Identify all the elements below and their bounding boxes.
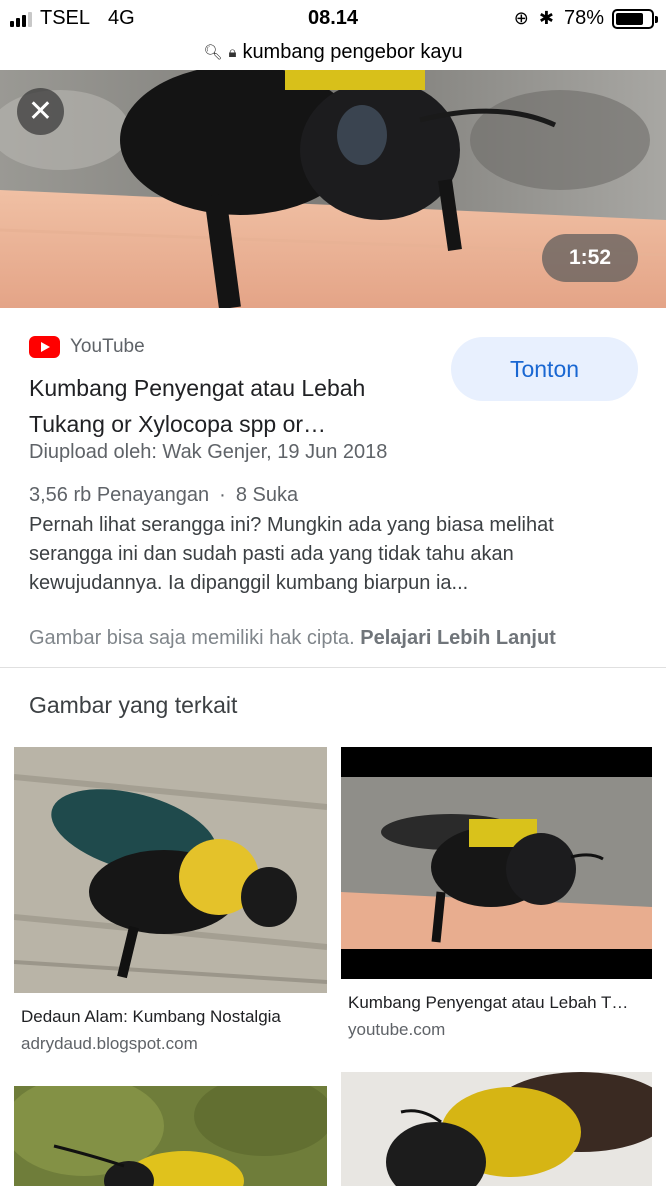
related-heading: Gambar yang terkait [29,692,238,718]
close-icon[interactable]: ✕ [17,88,64,135]
source-row[interactable]: YouTube [29,336,145,358]
bee-on-wood-thumbnail [14,747,327,993]
result-info-panel: YouTube Tonton Kumbang Penyengat atau Le… [0,308,666,668]
related-image-1[interactable] [14,747,327,993]
related-image-4[interactable] [341,1072,652,1186]
status-bar: TSEL 4G 08.14 ⊕ ✱ 78% [0,0,666,36]
status-right: ⊕ ✱ 78% [513,7,658,30]
related-site-2: youtube.com [348,1020,446,1039]
related-title-1[interactable]: Dedaun Alam: Kumbang Nostalgia [21,1007,321,1027]
view-count: 3,56 rb Penayangan [29,484,210,506]
uploader-info: Diupload oleh: Wak Genjer, 19 Jun 2018 [29,441,388,463]
url-text: kumbang pengebor kayu [242,40,463,63]
battery-percent: 78% [563,7,604,29]
result-title[interactable]: Kumbang Penyengat atau Lebah Tukang or X… [29,370,429,442]
result-description: Pernah lihat serangga ini? Mungkin ada y… [29,514,554,594]
bluetooth-icon: ✱ [538,8,554,28]
copyright-notice: Gambar bisa saja memiliki hak cipta. Pel… [29,627,556,650]
url-bar[interactable]: 🔍︎ 🔒︎ kumbang pengebor kayu [0,34,666,70]
like-count: 8 Suka [235,484,299,506]
search-icon: 🔍︎ [203,44,223,61]
bee-on-leaves-thumbnail [14,1086,327,1186]
related-image-3[interactable] [14,1086,327,1186]
rotation-lock-icon: ⊕ [513,8,529,28]
battery-icon [612,8,658,29]
bee-video-thumbnail [341,747,652,979]
copyright-text: Gambar bisa saja memiliki hak cipta. [29,627,355,649]
related-title-2[interactable]: Kumbang Penyengat atau Lebah T… [348,993,644,1013]
related-image-2[interactable] [341,747,652,979]
video-stats: 3,56 rb Penayangan · 8 Suka [29,484,298,507]
youtube-icon [29,336,60,358]
bee-closeup-thumbnail [341,1072,652,1186]
lock-icon: 🔒︎ [228,43,237,61]
stats-separator: · [219,484,226,506]
section-divider [0,667,666,668]
related-site-1: adrydaud.blogspot.com [21,1034,198,1053]
watch-button[interactable]: Tonton [451,337,638,401]
video-duration-badge: 1:52 [542,234,638,282]
source-name: YouTube [70,336,145,357]
learn-more-link[interactable]: Pelajari Lebih Lanjut [360,627,556,649]
